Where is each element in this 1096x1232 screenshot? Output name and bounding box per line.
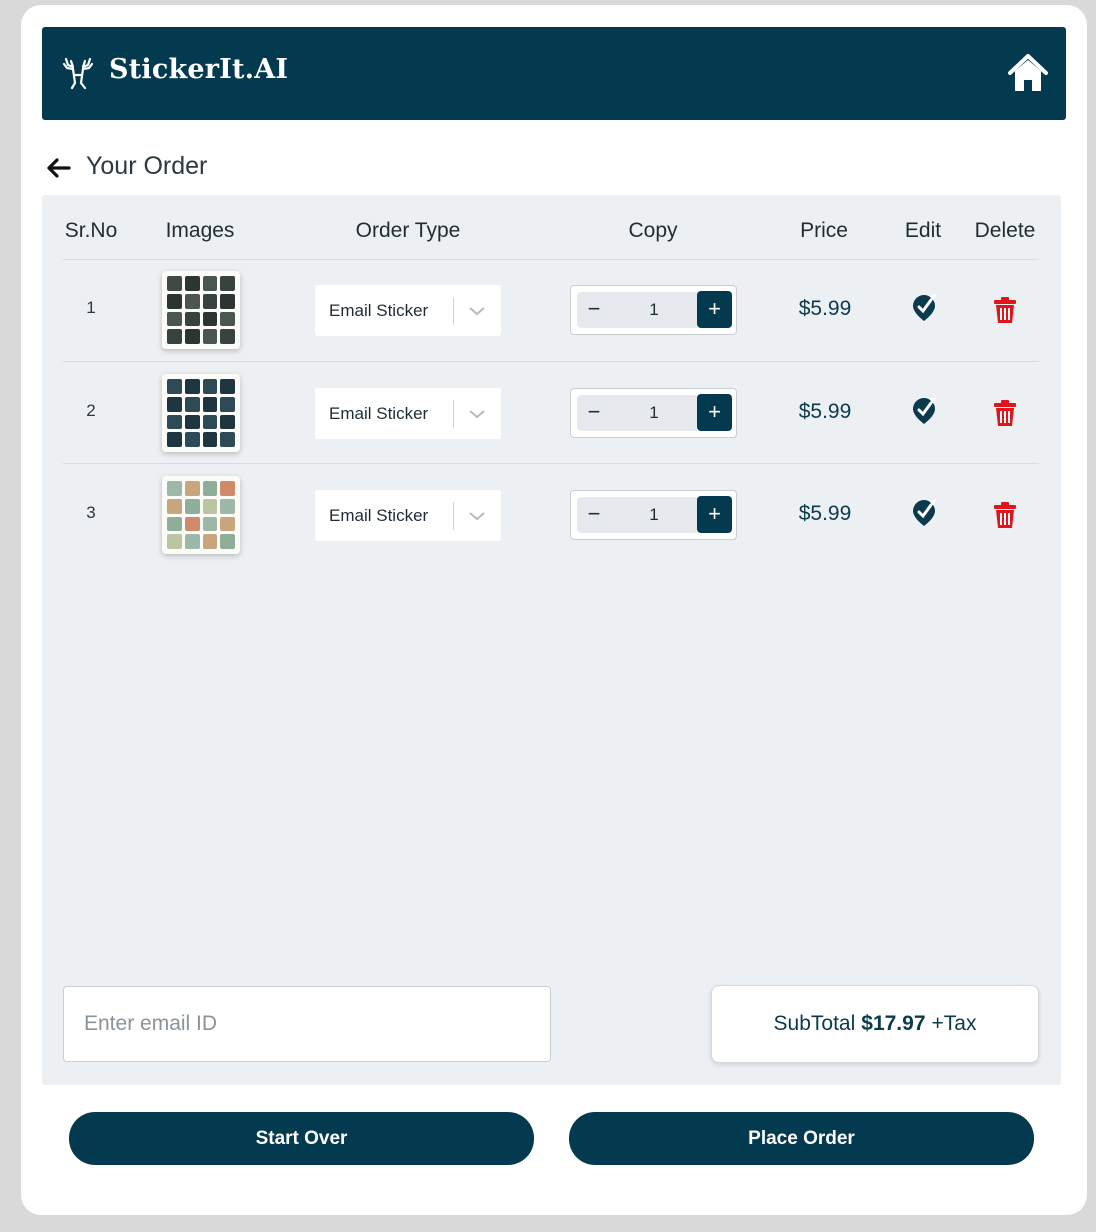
row-price: $5.99 bbox=[798, 400, 852, 423]
trash-icon[interactable] bbox=[990, 398, 1020, 428]
edit-icon[interactable] bbox=[909, 396, 939, 426]
subtotal-tax: +Tax bbox=[931, 1012, 977, 1035]
row-divider bbox=[63, 361, 1039, 362]
start-over-button[interactable]: Start Over bbox=[69, 1112, 534, 1165]
brand-name: StickerIt.AI bbox=[109, 54, 289, 85]
copy-quantity[interactable]: 1 bbox=[611, 292, 697, 328]
order-type-value: Email Sticker bbox=[329, 300, 429, 320]
increment-button[interactable]: + bbox=[697, 496, 732, 533]
copy-stepper: − 1 + bbox=[570, 490, 737, 540]
email-field[interactable] bbox=[63, 986, 551, 1062]
row-price: $5.99 bbox=[798, 502, 852, 525]
chevron-down-icon[interactable] bbox=[454, 408, 500, 420]
sticker-thumbnail[interactable] bbox=[162, 271, 240, 349]
row-divider bbox=[63, 259, 1039, 260]
chevron-down-icon[interactable] bbox=[454, 305, 500, 317]
header-images: Images bbox=[165, 219, 235, 242]
copy-stepper: − 1 + bbox=[570, 388, 737, 438]
page-title: Your Order bbox=[86, 152, 208, 180]
order-type-value: Email Sticker bbox=[329, 505, 429, 525]
header-srno: Sr.No bbox=[64, 219, 118, 242]
row-srno: 3 bbox=[86, 503, 96, 522]
place-order-button[interactable]: Place Order bbox=[569, 1112, 1034, 1165]
increment-button[interactable]: + bbox=[697, 394, 732, 431]
copy-quantity[interactable]: 1 bbox=[611, 497, 697, 533]
order-type-select[interactable]: Email Sticker bbox=[315, 388, 501, 439]
edit-icon[interactable] bbox=[909, 293, 939, 323]
increment-button[interactable]: + bbox=[697, 291, 732, 328]
subtotal-box: SubTotal $17.97 +Tax bbox=[711, 985, 1039, 1063]
header-delete: Delete bbox=[974, 219, 1036, 242]
decrement-button[interactable]: − bbox=[577, 497, 611, 533]
subtotal-amount: $17.97 bbox=[861, 1012, 926, 1035]
order-type-select[interactable]: Email Sticker bbox=[315, 490, 501, 541]
order-type-select[interactable]: Email Sticker bbox=[315, 285, 501, 336]
trash-icon[interactable] bbox=[990, 295, 1020, 325]
copy-quantity[interactable]: 1 bbox=[611, 395, 697, 431]
row-divider bbox=[63, 463, 1039, 464]
copy-stepper: − 1 + bbox=[570, 285, 737, 335]
moose-icon bbox=[62, 57, 94, 90]
sticker-thumbnail[interactable] bbox=[162, 374, 240, 452]
sticker-thumbnail[interactable] bbox=[162, 476, 240, 554]
chevron-down-icon[interactable] bbox=[454, 510, 500, 522]
trash-icon[interactable] bbox=[990, 500, 1020, 530]
row-srno: 1 bbox=[86, 298, 96, 317]
header-price: Price bbox=[800, 219, 848, 242]
order-type-value: Email Sticker bbox=[329, 403, 429, 423]
home-icon[interactable] bbox=[1007, 52, 1049, 94]
header-copy: Copy bbox=[628, 219, 678, 242]
row-srno: 2 bbox=[86, 401, 96, 420]
row-price: $5.99 bbox=[798, 297, 852, 320]
header-order-type: Order Type bbox=[355, 219, 461, 242]
subtotal-label: SubTotal bbox=[773, 1012, 856, 1035]
decrement-button[interactable]: − bbox=[577, 395, 611, 431]
decrement-button[interactable]: − bbox=[577, 292, 611, 328]
arrow-left-icon[interactable] bbox=[45, 156, 71, 180]
header-edit: Edit bbox=[904, 219, 942, 242]
edit-icon[interactable] bbox=[909, 498, 939, 528]
